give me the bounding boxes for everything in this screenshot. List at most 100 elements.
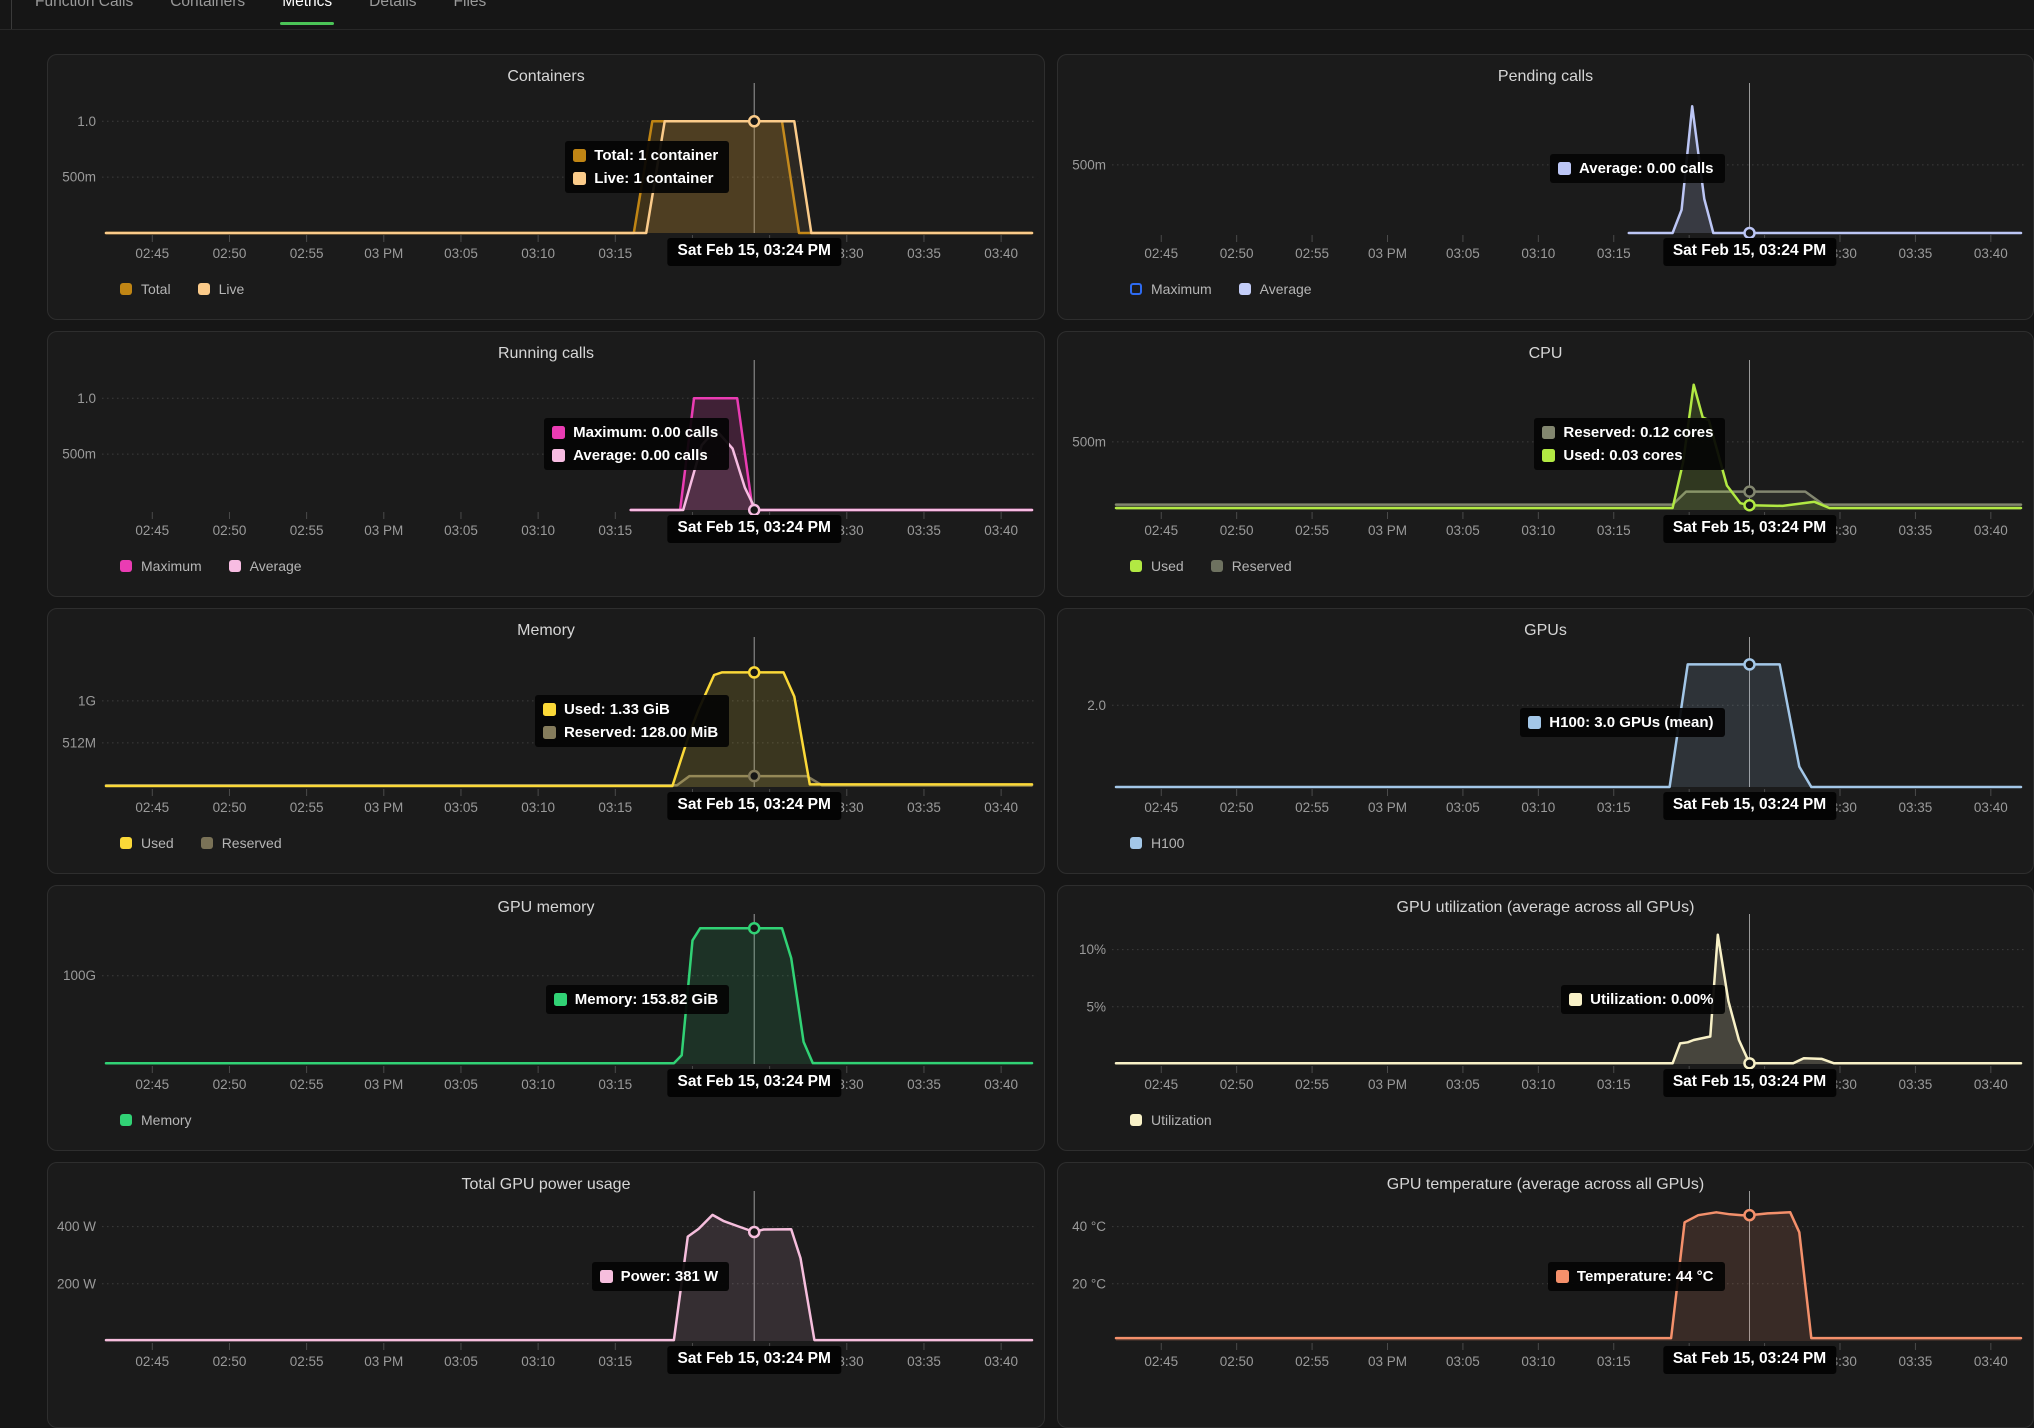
legend-item-memory[interactable]: Memory [120, 1112, 192, 1128]
tooltip-row: Temperature: 44 °C [1556, 1268, 1714, 1285]
hover-marker [1745, 1210, 1755, 1220]
legend-swatch [1239, 283, 1251, 295]
tooltip-text: Live: 1 container [594, 170, 713, 187]
legend-item-used[interactable]: Used [1130, 558, 1184, 574]
chart-plot-gpus[interactable]: 2.002:4502:5002:5503 PM03:0503:1003:1503… [1058, 609, 2033, 874]
x-axis-label: 03:40 [1974, 246, 2008, 261]
legend-item-total[interactable]: Total [120, 281, 171, 297]
tooltip-row: Used: 0.03 cores [1542, 447, 1713, 464]
chart-plot-gpu-temperature[interactable]: 40 °C20 °C02:4502:5002:5503 PM03:0503:10… [1058, 1163, 2033, 1428]
chart-tooltip-gpu-power: Power: 381 W [592, 1262, 730, 1291]
legend-item-utilization[interactable]: Utilization [1130, 1112, 1212, 1128]
chart-legend-gpu-utilization: Utilization [1130, 1112, 1212, 1128]
chart-panel-memory: Memory1G512M02:4502:5002:5503 PM03:0503:… [47, 608, 1045, 874]
chart-panel-cpu: CPU500m02:4502:5002:5503 PM03:0503:1003:… [1057, 331, 2034, 597]
tooltip-text: Utilization: 0.00% [1590, 991, 1713, 1008]
legend-item-h100[interactable]: H100 [1130, 835, 1184, 851]
chart-tooltip-pending-calls: Average: 0.00 calls [1550, 154, 1725, 183]
legend-swatch [229, 560, 241, 572]
x-axis-label: 03:10 [521, 523, 555, 538]
x-axis-label: 02:50 [1220, 246, 1254, 261]
y-axis-label: 2.0 [1087, 698, 1106, 713]
chart-tooltip-memory: Used: 1.33 GiBReserved: 128.00 MiB [535, 695, 729, 747]
chart-title-running-calls: Running calls [48, 345, 1044, 363]
hover-marker [1745, 659, 1755, 669]
tab-details[interactable]: Details [369, 0, 416, 30]
x-axis-label: 03:35 [907, 1077, 941, 1092]
x-axis-label: 02:50 [213, 1354, 247, 1369]
x-axis-label: 03:05 [1446, 1077, 1480, 1092]
x-axis-label: 03:10 [1521, 800, 1555, 815]
x-axis-label: 02:45 [135, 523, 169, 538]
legend-label: Average [1260, 281, 1312, 297]
x-axis-label: 02:45 [135, 1354, 169, 1369]
legend-item-live[interactable]: Live [198, 281, 245, 297]
x-axis-label: 03:10 [1521, 1354, 1555, 1369]
hover-marker [749, 771, 759, 781]
tooltip-row: Used: 1.33 GiB [543, 701, 718, 718]
legend-label: Used [141, 835, 174, 851]
x-axis-label: 03:15 [598, 1077, 632, 1092]
x-axis-label: 03:15 [598, 800, 632, 815]
chart-title-containers: Containers [48, 68, 1044, 86]
x-axis-label: 02:55 [1295, 1354, 1329, 1369]
tooltip-swatch [543, 703, 556, 716]
x-axis-label: 03:05 [444, 1354, 478, 1369]
legend-item-average[interactable]: Average [229, 558, 302, 574]
chart-legend-gpus: H100 [1130, 835, 1184, 851]
chart-panel-gpu-temperature: GPU temperature (average across all GPUs… [1057, 1162, 2034, 1428]
legend-item-used[interactable]: Used [120, 835, 174, 851]
chart-plot-gpu-memory[interactable]: 100G02:4502:5002:5503 PM03:0503:1003:150… [48, 886, 1044, 1151]
x-axis-label: 03:35 [1899, 800, 1933, 815]
x-axis-label: 03:10 [521, 1354, 555, 1369]
tooltip-text: Temperature: 44 °C [1577, 1268, 1714, 1285]
legend-item-maximum[interactable]: Maximum [1130, 281, 1212, 297]
tooltip-swatch [554, 993, 567, 1006]
x-axis-label: 03:40 [984, 1354, 1018, 1369]
chart-panel-gpu-power: Total GPU power usage400 W200 W02:4502:5… [47, 1162, 1045, 1428]
tooltip-text: Total: 1 container [594, 147, 718, 164]
x-axis-label: 03:40 [1974, 1354, 2008, 1369]
tooltip-swatch [573, 172, 586, 185]
x-axis-label: 03 PM [364, 1354, 403, 1369]
y-axis-label: 100G [63, 968, 96, 983]
legend-item-maximum[interactable]: Maximum [120, 558, 202, 574]
y-axis-label: 1.0 [77, 114, 96, 129]
legend-item-average[interactable]: Average [1239, 281, 1312, 297]
tab-metrics[interactable]: Metrics [282, 0, 332, 30]
chart-title-gpu-utilization: GPU utilization (average across all GPUs… [1058, 899, 2033, 917]
left-edge-divider [11, 0, 12, 29]
chart-plot-gpu-power[interactable]: 400 W200 W02:4502:5002:5503 PM03:0503:10… [48, 1163, 1044, 1428]
hover-marker [749, 667, 759, 677]
chart-tooltip-running-calls: Maximum: 0.00 callsAverage: 0.00 calls [544, 418, 729, 470]
tooltip-swatch [600, 1270, 613, 1283]
x-axis-label: 03 PM [364, 246, 403, 261]
chart-title-gpus: GPUs [1058, 622, 2033, 640]
legend-item-reserved[interactable]: Reserved [201, 835, 282, 851]
chart-panel-running-calls: Running calls1.0500m02:4502:5002:5503 PM… [47, 331, 1045, 597]
legend-swatch [1130, 283, 1142, 295]
tooltip-text: Memory: 153.82 GiB [575, 991, 718, 1008]
tab-function-calls[interactable]: Function Calls [35, 0, 133, 30]
x-axis-label: 03 PM [1368, 1077, 1407, 1092]
legend-item-reserved[interactable]: Reserved [1211, 558, 1292, 574]
x-axis-label: 02:55 [290, 246, 324, 261]
tab-files[interactable]: Files [454, 0, 487, 30]
hover-marker [749, 1227, 759, 1237]
tooltip-swatch [543, 726, 556, 739]
tab-containers[interactable]: Containers [170, 0, 245, 30]
x-axis-label: 02:55 [290, 800, 324, 815]
axis-tooltip: Sat Feb 15, 03:24 PM [668, 1069, 841, 1097]
legend-label: Average [250, 558, 302, 574]
axis-tooltip: Sat Feb 15, 03:24 PM [1663, 792, 1836, 820]
x-axis-label: 02:55 [1295, 246, 1329, 261]
chart-legend-containers: Total Live [120, 281, 244, 297]
tooltip-row: Reserved: 0.12 cores [1542, 424, 1713, 441]
legend-label: Memory [141, 1112, 192, 1128]
x-axis-label: 03 PM [364, 1077, 403, 1092]
chart-title-gpu-memory: GPU memory [48, 899, 1044, 917]
chart-tooltip-gpus: H100: 3.0 GPUs (mean) [1520, 708, 1724, 737]
legend-swatch [198, 283, 210, 295]
legend-swatch [1211, 560, 1223, 572]
tab-bar: Function Calls Containers Metrics Details Fi… [0, 0, 2034, 30]
